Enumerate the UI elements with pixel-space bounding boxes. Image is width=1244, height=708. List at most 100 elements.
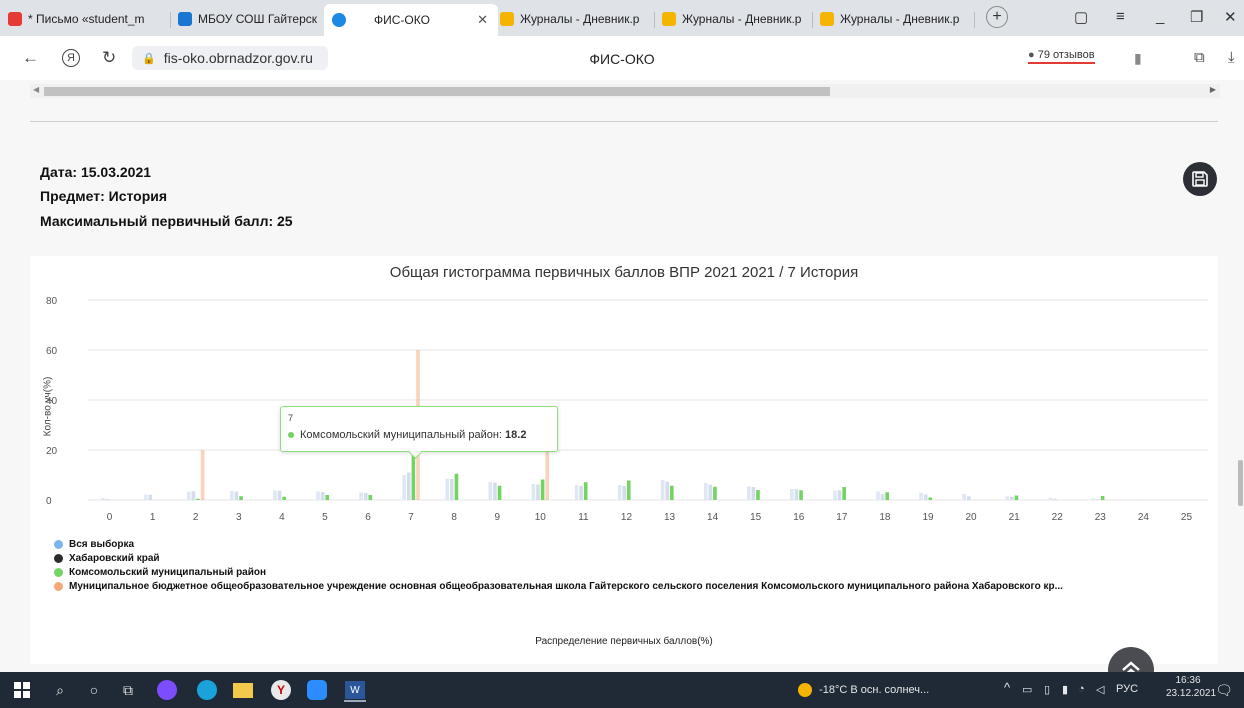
network-icon[interactable]: ▭ <box>1022 683 1032 696</box>
zoom-icon[interactable] <box>306 680 328 700</box>
clock[interactable]: 16:36 23.12.2021 <box>1166 675 1216 699</box>
bar-0-0 <box>100 498 105 500</box>
histogram-chart: 0204060800 1 2 3 4 5 6 7 8 9 10 11 12 13 14 15 16 17 18 19 2… <box>46 296 1208 523</box>
legend-item-region[interactable]: Хабаровский край <box>54 553 160 564</box>
bar-1-20 <box>966 496 971 500</box>
bar-1-5 <box>320 492 325 500</box>
restore-button[interactable]: ❐ <box>1190 8 1203 26</box>
volume-icon[interactable]: ◁ <box>1096 683 1104 696</box>
tab-school[interactable]: МБОУ СОШ Гайтерск <box>178 6 318 32</box>
x-tick-label: 21 <box>1009 512 1021 523</box>
x-tick-label: 13 <box>664 512 676 523</box>
microphone-icon[interactable]: ▮ <box>1062 683 1068 696</box>
windows-start-icon[interactable] <box>12 680 32 700</box>
reviews-badge[interactable]: ● 79 отзывов <box>1028 49 1095 64</box>
bar-0-20 <box>962 494 966 500</box>
bar-1-19 <box>923 494 928 500</box>
bar-0-11 <box>574 485 579 500</box>
language-indicator[interactable]: РУС <box>1116 683 1138 695</box>
horizontal-scrollbar[interactable]: ◀ ▶ <box>30 84 1220 98</box>
save-button[interactable] <box>1183 162 1217 196</box>
bar-0-14 <box>703 483 708 500</box>
legend-marker <box>54 540 63 549</box>
bar-0-4 <box>273 490 277 500</box>
bar-2-17 <box>842 487 846 500</box>
wifi-icon[interactable]: ◔ <box>1078 683 1085 695</box>
collections-icon[interactable]: ▢ <box>1074 8 1088 26</box>
tab-journal-1[interactable]: Журналы - Дневник.р <box>500 6 650 32</box>
vertical-scrollbar[interactable] <box>1238 460 1243 506</box>
new-tab-button[interactable]: + <box>986 6 1008 28</box>
bar-0-24 <box>1134 499 1139 500</box>
download-icon[interactable]: ⤓ <box>1228 49 1235 66</box>
bar-0-23 <box>1091 498 1096 500</box>
share-icon[interactable]: ⧉ <box>1194 49 1205 66</box>
battery-icon[interactable]: ▯ <box>1044 683 1050 696</box>
bar-0-19 <box>919 492 923 500</box>
tray-expand-icon[interactable]: ^ <box>1004 680 1010 695</box>
weather-icon <box>798 683 812 697</box>
x-tick-label: 19 <box>922 512 934 523</box>
bar-2-14 <box>713 486 717 500</box>
close-tab-icon[interactable]: ✕ <box>477 12 488 28</box>
tab-journal-3[interactable]: Журналы - Дневник.р <box>820 6 970 32</box>
minimize-button[interactable]: _ <box>1156 8 1164 25</box>
histogram-card: Общая гистограмма первичных баллов ВПР 2… <box>30 256 1218 664</box>
bookmark-icon[interactable]: ▮ <box>1134 50 1142 67</box>
bar-1-7 <box>406 472 411 500</box>
tab-journal-2[interactable]: Журналы - Дневник.р <box>662 6 808 32</box>
legend-item-school[interactable]: Муниципальное бюджетное общеобразователь… <box>54 581 1204 592</box>
bar-1-12 <box>622 486 626 500</box>
bar-0-7 <box>402 475 406 500</box>
bar-2-10 <box>540 479 545 500</box>
tooltip-marker <box>288 432 294 438</box>
legend-item-all[interactable]: Вся выборка <box>54 539 134 550</box>
divider <box>30 121 1218 122</box>
file-explorer-icon[interactable] <box>232 680 254 700</box>
bar-1-16 <box>794 489 799 500</box>
bar-2-15 <box>756 490 760 500</box>
legend-item-district[interactable]: Комсомольский муниципальный район <box>54 567 266 578</box>
word-icon[interactable]: W <box>344 680 366 702</box>
task-view-icon[interactable]: ⧉ <box>118 680 138 700</box>
cortana-icon[interactable]: ○ <box>84 680 104 700</box>
x-tick-label: 10 <box>535 512 547 523</box>
bar-0-21 <box>1005 496 1010 500</box>
x-tick-label: 20 <box>966 512 978 523</box>
yandex-browser-icon[interactable]: Y <box>270 680 292 700</box>
tooltip-category: 7 <box>288 413 294 423</box>
bar-1-23 <box>1096 499 1100 500</box>
bar-1-18 <box>880 494 885 500</box>
bar-1-10 <box>536 484 540 500</box>
comment-icon: ● <box>1028 49 1035 61</box>
menu-icon[interactable]: ≡ <box>1116 8 1125 25</box>
chart-tooltip: 7 Комсомольский муниципальный район: 18.… <box>280 406 558 459</box>
scroll-left-icon[interactable]: ◀ <box>33 85 39 94</box>
search-icon[interactable]: ⌕ <box>50 680 70 700</box>
scroll-right-icon[interactable]: ▶ <box>1210 85 1216 94</box>
legend-marker <box>54 554 63 563</box>
close-window-button[interactable]: ✕ <box>1224 8 1237 26</box>
envelope-icon <box>178 12 192 26</box>
bar-1-2 <box>191 491 196 500</box>
bar-0-16 <box>790 489 794 500</box>
tab-mail[interactable]: * Письмо «student_m <box>8 6 166 32</box>
x-tick-label: 15 <box>750 512 762 523</box>
x-tick-label: 2 <box>193 512 199 523</box>
bar-0-8 <box>445 478 450 500</box>
diary-icon <box>662 12 676 26</box>
app-icon[interactable] <box>156 680 178 700</box>
notifications-icon[interactable]: 🗨 <box>1214 680 1234 700</box>
x-tick-label: 11 <box>578 512 589 523</box>
x-tick-label: 3 <box>236 512 242 523</box>
bar-2-8 <box>454 473 459 500</box>
bar-2-18 <box>885 492 890 500</box>
weather-widget[interactable]: -18°C В осн. солнеч... <box>798 683 929 697</box>
tab-fis-oko[interactable]: ФИС-ОКО ✕ <box>324 4 498 36</box>
bar-1-4 <box>277 490 282 500</box>
diary-icon <box>500 12 514 26</box>
edge-icon[interactable] <box>196 680 218 700</box>
y-tick-label: 0 <box>46 496 52 507</box>
x-tick-label: 23 <box>1095 512 1107 523</box>
scrollbar-thumb[interactable] <box>44 87 830 96</box>
